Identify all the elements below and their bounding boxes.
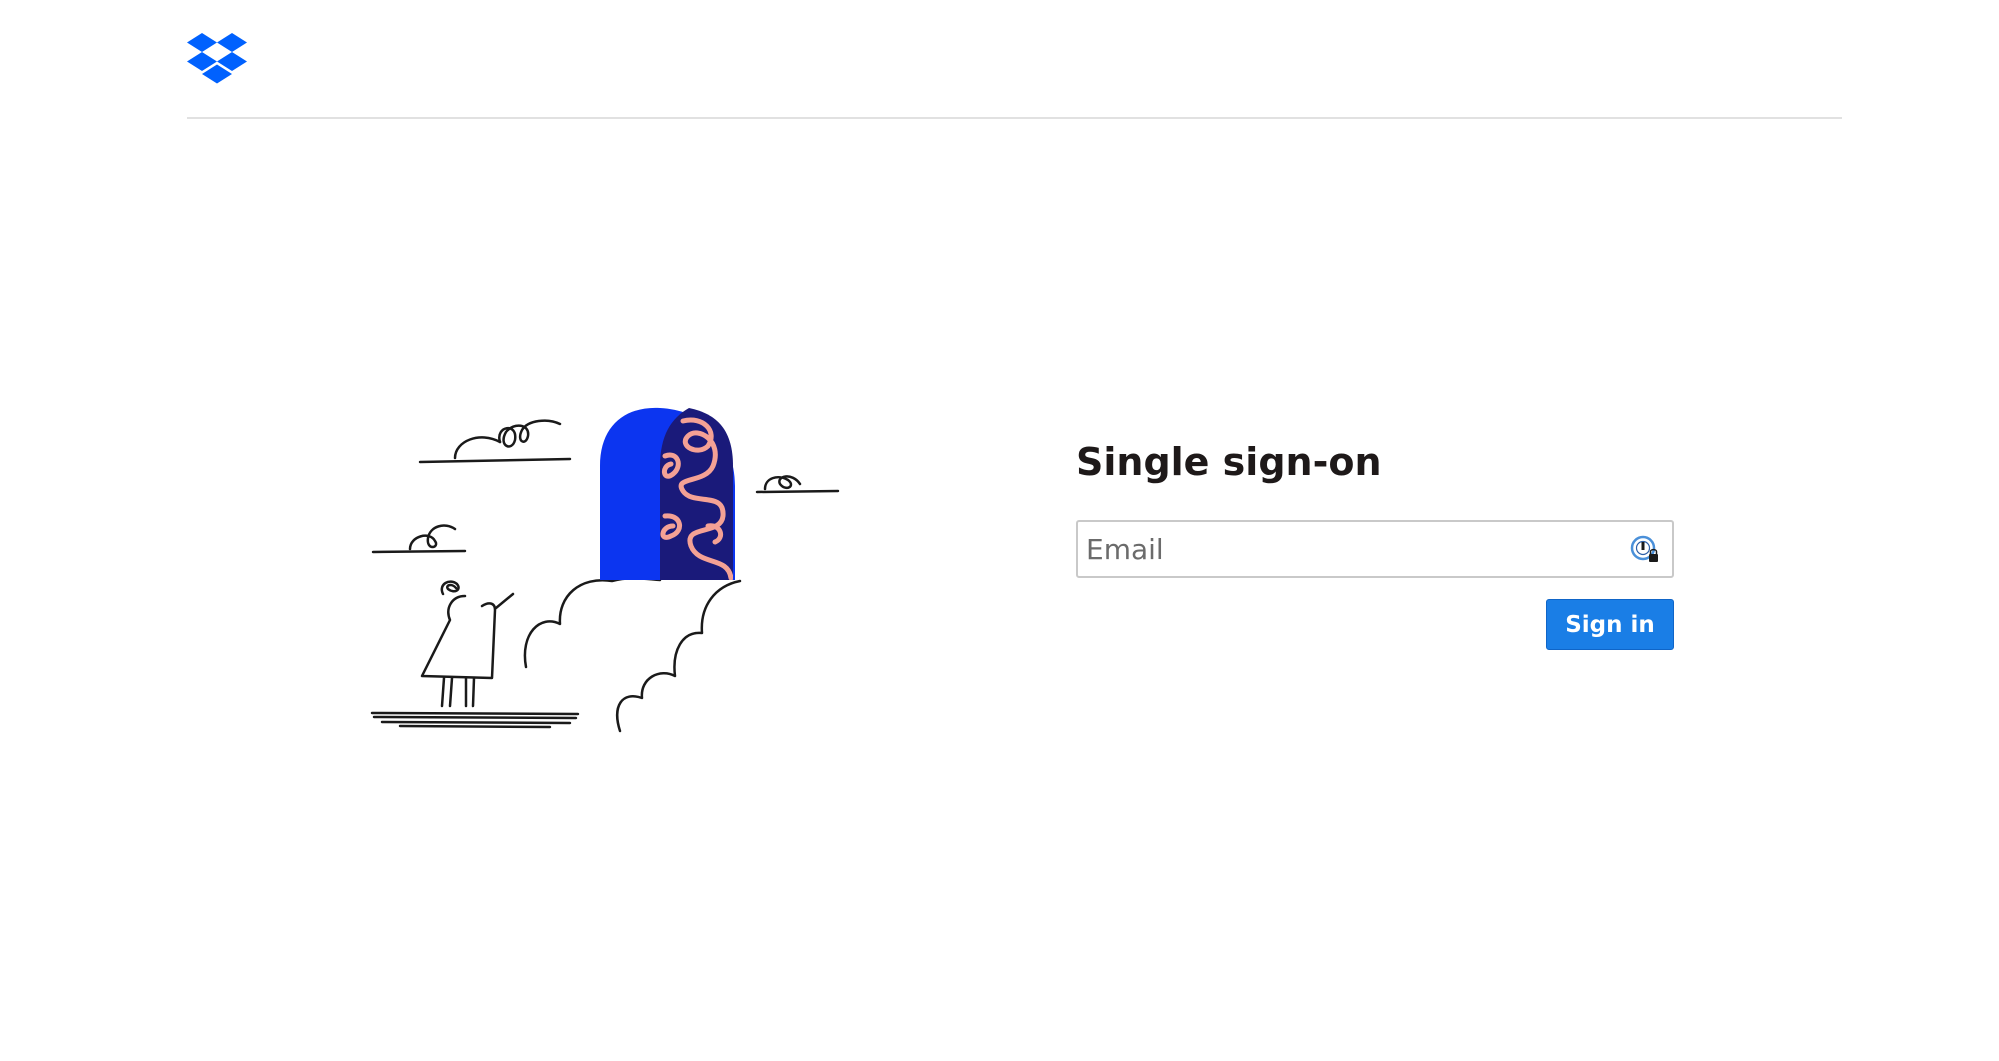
top-header: [187, 0, 1842, 119]
sso-login-panel: Single sign-on Sign in: [1076, 440, 1676, 650]
page-title: Single sign-on: [1076, 440, 1382, 484]
dropbox-logo-icon[interactable]: [187, 33, 247, 84]
sso-page: Single sign-on Sign in: [0, 0, 1999, 1061]
person-facing-doorway-illustration: [370, 407, 840, 733]
email-field[interactable]: [1076, 520, 1674, 578]
password-manager-icon[interactable]: [1630, 535, 1660, 565]
email-field-wrapper: [1076, 520, 1674, 578]
sign-in-button[interactable]: Sign in: [1546, 599, 1674, 650]
